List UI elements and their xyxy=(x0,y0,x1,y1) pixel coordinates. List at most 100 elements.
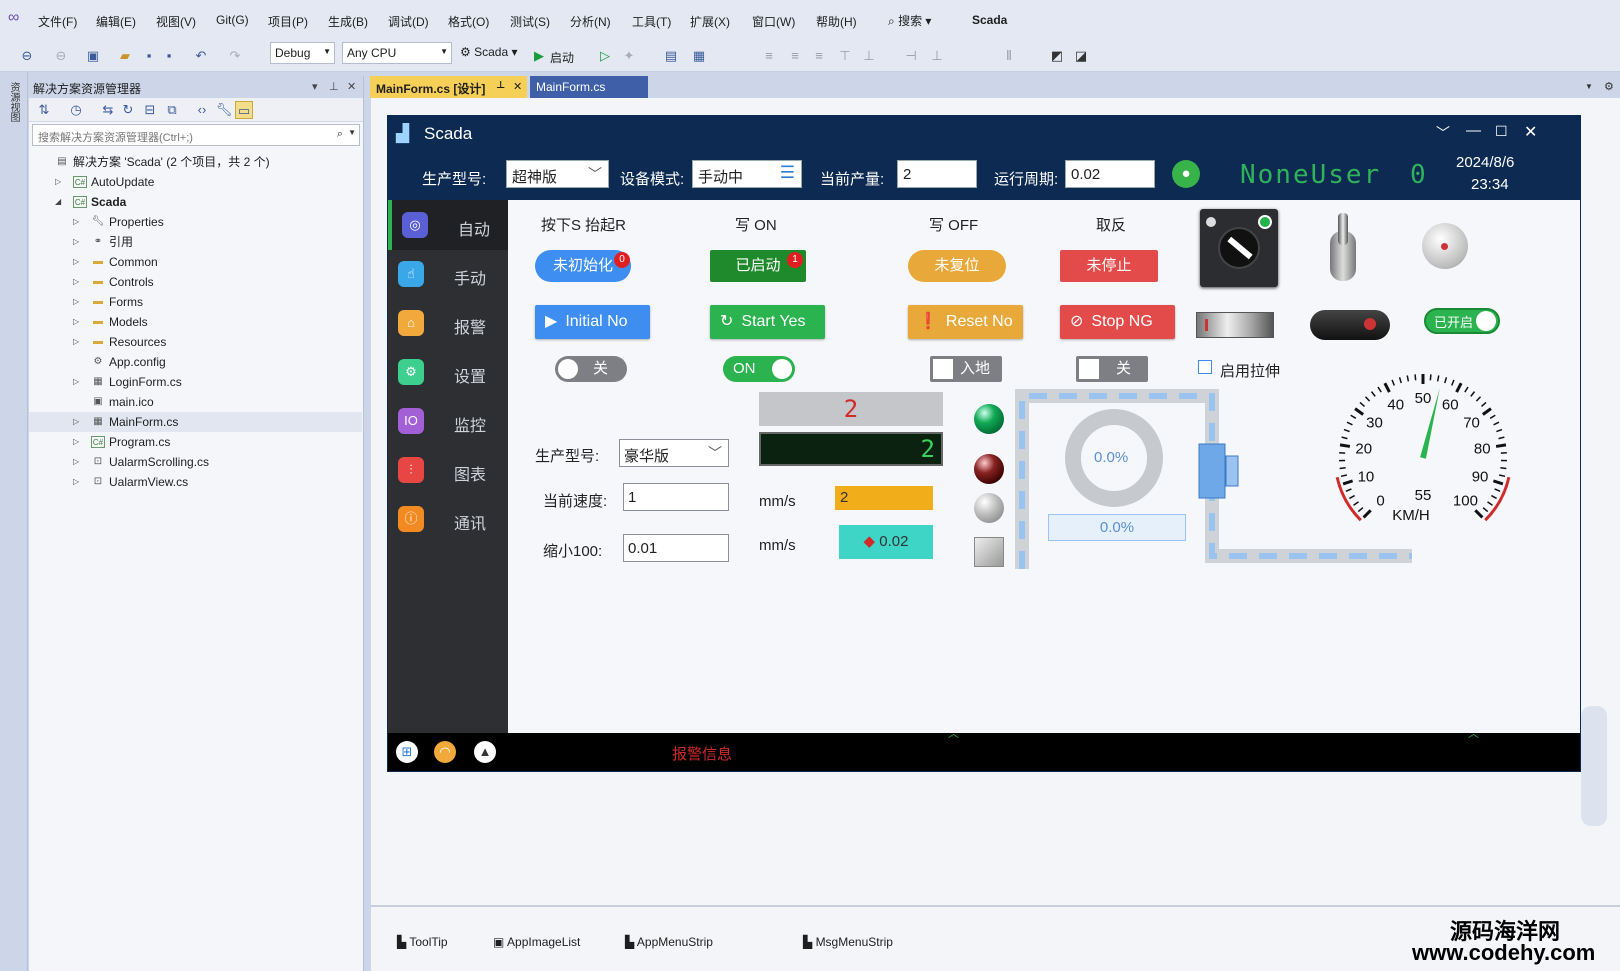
align-left-icon[interactable]: ≡ xyxy=(760,47,778,65)
tree-item[interactable]: ▷ ▬ Forms xyxy=(29,292,362,312)
redo-icon[interactable]: ↷ xyxy=(226,47,244,65)
expand-arrow-icon[interactable]: ▷ xyxy=(73,312,79,332)
expand-arrow-icon[interactable]: ▷ xyxy=(73,252,79,272)
search-menu[interactable]: ⌕ 搜索 ▾ xyxy=(888,12,931,29)
resource-view-tab[interactable]: 资源视图 xyxy=(0,72,28,971)
user-avatar-icon[interactable]: ● xyxy=(1172,160,1200,188)
align-top-icon[interactable]: ⊤ xyxy=(836,47,854,65)
mode-combo[interactable]: 手动中 ☰ xyxy=(692,160,802,188)
tree-item[interactable]: ▷ ▬ Common xyxy=(29,252,362,272)
show-all-files-icon[interactable]: ⧉ xyxy=(163,101,181,119)
expand-arrow-icon[interactable]: ▷ xyxy=(73,212,79,232)
switch-views-icon[interactable]: ⇆ xyxy=(99,101,117,119)
nav-item-0[interactable]: ◎ 自动 xyxy=(388,200,508,250)
close-icon[interactable]: ✕ xyxy=(347,80,356,93)
forward-icon[interactable]: ⊖ xyxy=(52,47,70,65)
properties-wrench-icon[interactable]: 🔧︎ xyxy=(215,101,233,119)
pin-icon[interactable]: ⊥ xyxy=(329,80,339,93)
wifi-icon[interactable]: ◠ xyxy=(434,741,456,763)
cycle-field[interactable]: 0.02 xyxy=(1065,160,1155,188)
menu-item-7[interactable]: 格式(O) xyxy=(448,13,489,30)
back-icon[interactable]: ⊖ xyxy=(18,47,36,65)
align-right-icon[interactable]: ≡ xyxy=(810,47,828,65)
tree-item[interactable]: ▷ ▬ Controls xyxy=(29,272,362,292)
tree-item[interactable]: ▣ main.ico xyxy=(29,392,362,412)
nav-item-3[interactable]: ⚙ 设置 xyxy=(388,347,508,397)
tree-item[interactable]: ▷ ⊡ UalarmView.cs xyxy=(29,472,362,492)
chevron-down-icon[interactable]: ﹀ xyxy=(1436,123,1450,143)
menu-item-4[interactable]: 项目(P) xyxy=(268,13,308,30)
save-icon[interactable]: ▪ xyxy=(140,47,158,65)
platform-combo[interactable]: Any CPU ▼ xyxy=(342,42,452,64)
nav-item-6[interactable]: ⓘ 通讯 xyxy=(388,494,508,544)
align-middle-icon[interactable]: ⊥ xyxy=(860,47,878,65)
tray-appimagelist[interactable]: ▣ AppImageList xyxy=(493,935,580,949)
refresh-icon[interactable]: ↻ xyxy=(119,101,137,119)
sync-icon[interactable]: ⇅ xyxy=(35,101,53,119)
tree-item[interactable]: ▷ C# Program.cs xyxy=(29,432,362,452)
tree-item[interactable]: ⚙ App.config xyxy=(29,352,362,372)
initial-no-button[interactable]: ▶ Initial No xyxy=(535,305,650,339)
on-toggle[interactable]: ON xyxy=(723,356,795,382)
expand-arrow-icon[interactable]: ▷ xyxy=(73,292,79,312)
tray-msgmenustrip[interactable]: ▙ MsgMenuStrip xyxy=(803,935,893,949)
menu-item-12[interactable]: 窗口(W) xyxy=(752,13,795,30)
menu-item-6[interactable]: 调试(D) xyxy=(388,13,429,30)
tree-item[interactable]: ◢ C# Scada xyxy=(29,192,362,212)
off-checkbox[interactable]: 关 xyxy=(1076,356,1148,382)
tree-item[interactable]: ▷ ▦ LoginForm.cs xyxy=(29,372,362,392)
expand-arrow-icon[interactable]: ▷ xyxy=(73,372,79,392)
reset-no-button[interactable]: ❗ Reset No xyxy=(908,305,1023,339)
expand-arrow-icon[interactable]: ▷ xyxy=(73,452,79,472)
ground-checkbox[interactable]: 入地 xyxy=(930,356,1002,382)
expand-arrow-icon[interactable]: ▷ xyxy=(73,472,79,492)
expand-arrow-icon[interactable]: ▷ xyxy=(73,432,79,452)
send-back-icon[interactable]: ◪ xyxy=(1072,47,1090,65)
tree-item[interactable]: ▷ ▦ MainForm.cs xyxy=(29,412,362,432)
expand-arrow-icon[interactable]: ▷ xyxy=(73,332,79,352)
start-debug-icon[interactable]: ▶ xyxy=(530,47,548,65)
chevron-up-icon[interactable]: ︿ xyxy=(948,725,959,741)
off-toggle[interactable]: 关 xyxy=(555,356,627,382)
menu-item-5[interactable]: 生成(B) xyxy=(328,13,368,30)
close-icon[interactable]: ✕ xyxy=(513,80,522,93)
nav-item-2[interactable]: ⌂ 报警 xyxy=(388,298,508,348)
menu-item-3[interactable]: Git(G) xyxy=(216,13,249,27)
solution-search-input[interactable]: 搜索解决方案资源管理器(Ctrl+;) ⌕ ▼ xyxy=(32,124,360,146)
menu-item-0[interactable]: 文件(F) xyxy=(38,13,77,30)
rotary-selector-switch[interactable] xyxy=(1200,209,1278,287)
size-height-icon[interactable]: ⊥ xyxy=(928,47,946,65)
project-combo[interactable]: ⚙ Scada ▾ xyxy=(460,45,518,59)
start-yes-button[interactable]: ↻ Start Yes xyxy=(710,305,825,339)
designer-scroll-handle[interactable] xyxy=(1581,706,1607,826)
tree-item[interactable]: ▤ 解决方案 'Scada' (2 个项目，共 2 个) xyxy=(29,152,362,172)
tray-tooltip[interactable]: ▙ ToolTip xyxy=(397,935,448,949)
pin-icon[interactable]: ⊥ xyxy=(496,80,505,91)
minimize-icon[interactable]: — xyxy=(1466,122,1481,139)
windows-icon[interactable]: ⊞ xyxy=(396,741,418,763)
nav-item-4[interactable]: IO 监控 xyxy=(388,396,508,446)
settings-gear-icon[interactable]: ⚙ xyxy=(1604,80,1614,93)
model-combo-2[interactable]: 豪华版 ﹀ xyxy=(619,439,729,467)
new-project-icon[interactable]: ▣ xyxy=(84,47,102,65)
visual-studio-logo-icon[interactable]: ∞ xyxy=(8,9,19,27)
tree-item[interactable]: ▷ ▬ Resources xyxy=(29,332,362,352)
menu-item-8[interactable]: 测试(S) xyxy=(510,13,550,30)
tab-overflow-icon[interactable]: ▼ xyxy=(1585,82,1593,91)
stop-ng-button[interactable]: ⊘ Stop NG xyxy=(1060,305,1175,339)
save-all-icon[interactable]: ▪ xyxy=(160,47,178,65)
expand-arrow-icon[interactable]: ▷ xyxy=(73,272,79,292)
slide-switch[interactable] xyxy=(1196,312,1274,338)
tree-item[interactable]: ▷ ▬ Models xyxy=(29,312,362,332)
maximize-icon[interactable]: ☐ xyxy=(1495,123,1508,140)
size-width-icon[interactable]: ⊣ xyxy=(902,47,920,65)
enabled-toggle[interactable]: 已开启 xyxy=(1424,308,1500,334)
tab-mainform-design[interactable]: MainForm.cs [设计] ⊥ ✕ xyxy=(370,76,527,98)
rotary-knob-dial[interactable] xyxy=(1422,223,1468,269)
scale-field[interactable]: 0.01 xyxy=(623,534,729,562)
config-combo[interactable]: Debug ▼ xyxy=(270,42,335,64)
tree-item[interactable]: ▷ 🔧︎ Properties xyxy=(29,212,362,232)
menu-item-9[interactable]: 分析(N) xyxy=(570,13,611,30)
menu-item-13[interactable]: 帮助(H) xyxy=(816,13,857,30)
bring-front-icon[interactable]: ◩ xyxy=(1048,47,1066,65)
